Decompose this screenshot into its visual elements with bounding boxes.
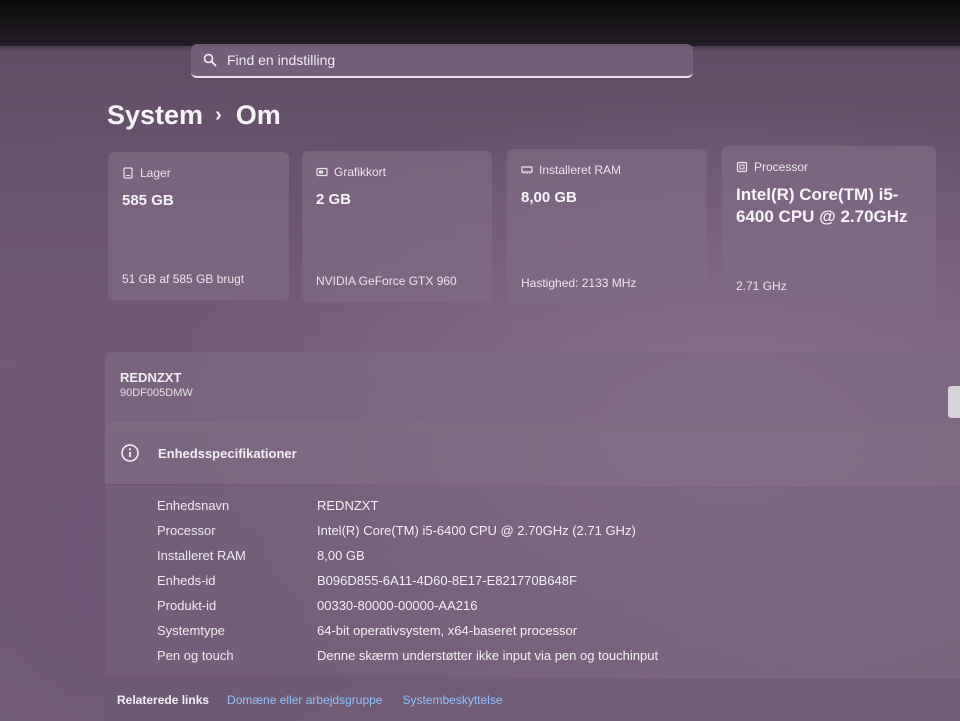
spec-row: Produkt-id 00330-80000-00000-AA216 bbox=[157, 598, 477, 613]
spec-label: Pen og touch bbox=[157, 648, 234, 663]
spec-label: Enheds-id bbox=[157, 573, 216, 588]
spec-label: Installeret RAM bbox=[157, 548, 246, 563]
system-protection-link[interactable]: Systembeskyttelse bbox=[402, 693, 502, 707]
device-name: REDNZXT bbox=[120, 370, 182, 385]
processor-card-value: Intel(R) Core(TM) i5-6400 CPU @ 2.70GHz bbox=[736, 185, 908, 226]
spec-row: Processor Intel(R) Core(TM) i5-6400 CPU … bbox=[157, 523, 636, 538]
breadcrumb: System › Om bbox=[107, 100, 281, 131]
ram-card-footer: Hastighed: 2133 MHz bbox=[521, 276, 637, 290]
storage-card-title: Lager bbox=[140, 166, 171, 180]
device-model: 90DF005DMW bbox=[120, 387, 193, 399]
processor-card-footer: 2.71 GHz bbox=[736, 279, 787, 293]
spec-row: Installeret RAM 8,00 GB bbox=[157, 548, 365, 563]
search-input[interactable] bbox=[227, 52, 647, 68]
breadcrumb-parent[interactable]: System bbox=[107, 100, 203, 131]
spec-row: Pen og touch Denne skærm understøtter ik… bbox=[157, 648, 658, 663]
gpu-card-value: 2 GB bbox=[316, 191, 352, 208]
page-title: Om bbox=[235, 100, 281, 130]
storage-card-value: 585 GB bbox=[122, 192, 174, 209]
chevron-right-icon: › bbox=[215, 104, 222, 126]
rename-button[interactable] bbox=[948, 386, 960, 418]
spec-value: Intel(R) Core(TM) i5-6400 CPU @ 2.70GHz … bbox=[317, 523, 636, 538]
device-name-panel: REDNZXT 90DF005DMW bbox=[105, 352, 960, 432]
processor-card[interactable]: Processor Intel(R) Core(TM) i5-6400 CPU … bbox=[722, 146, 936, 307]
spec-label: Produkt-id bbox=[157, 598, 217, 613]
device-specs-body: Enhedsnavn REDNZXT Processor Intel(R) Co… bbox=[105, 486, 960, 676]
related-links-bar: Relaterede links Domæne eller arbejdsgru… bbox=[105, 678, 960, 721]
device-specs-header[interactable]: Enhedsspecifikationer bbox=[105, 422, 960, 484]
spec-value: 64-bit operativsystem, x64-baseret proce… bbox=[317, 623, 578, 638]
storage-card[interactable]: Lager 585 GB 51 GB af 585 GB brugt bbox=[108, 152, 289, 300]
ram-card-title: Installeret RAM bbox=[539, 163, 622, 177]
gpu-card[interactable]: Grafikkort 2 GB NVIDIA GeForce GTX 960 bbox=[302, 151, 492, 302]
spec-row: Enheds-id B096D855-6A11-4D60-8E17-E82177… bbox=[157, 573, 577, 588]
info-icon bbox=[121, 444, 139, 462]
spec-value: REDNZXT bbox=[317, 498, 379, 513]
cpu-icon bbox=[736, 161, 748, 173]
gpu-card-title: Grafikkort bbox=[334, 165, 387, 179]
storage-card-footer: 51 GB af 585 GB brugt bbox=[122, 272, 245, 286]
device-specs-title: Enhedsspecifikationer bbox=[158, 445, 297, 461]
spec-row: Enhedsnavn REDNZXT bbox=[157, 498, 378, 513]
storage-icon bbox=[123, 167, 133, 179]
spec-label: Systemtype bbox=[157, 623, 225, 638]
gpu-icon bbox=[316, 167, 328, 177]
gpu-card-footer: NVIDIA GeForce GTX 960 bbox=[316, 274, 457, 288]
spec-value: Denne skærm understøtter ikke input via … bbox=[317, 648, 659, 663]
ram-card-value: 8,00 GB bbox=[521, 189, 577, 206]
processor-card-title: Processor bbox=[754, 160, 809, 174]
spec-value: 8,00 GB bbox=[317, 548, 365, 563]
spec-row: Systemtype 64-bit operativsystem, x64-ba… bbox=[157, 623, 577, 638]
search-icon bbox=[203, 53, 217, 67]
search-box[interactable] bbox=[191, 44, 693, 78]
spec-label: Processor bbox=[157, 523, 216, 538]
related-links-label: Relaterede links bbox=[117, 692, 210, 707]
ram-icon bbox=[521, 166, 533, 174]
domain-workgroup-link[interactable]: Domæne eller arbejdsgruppe bbox=[227, 693, 382, 707]
spec-label: Enhedsnavn bbox=[157, 498, 230, 513]
spec-value: B096D855-6A11-4D60-8E17-E821770B648F bbox=[317, 573, 577, 588]
spec-value: 00330-80000-00000-AA216 bbox=[317, 598, 478, 613]
ram-card[interactable]: Installeret RAM 8,00 GB Hastighed: 2133 … bbox=[507, 149, 707, 304]
